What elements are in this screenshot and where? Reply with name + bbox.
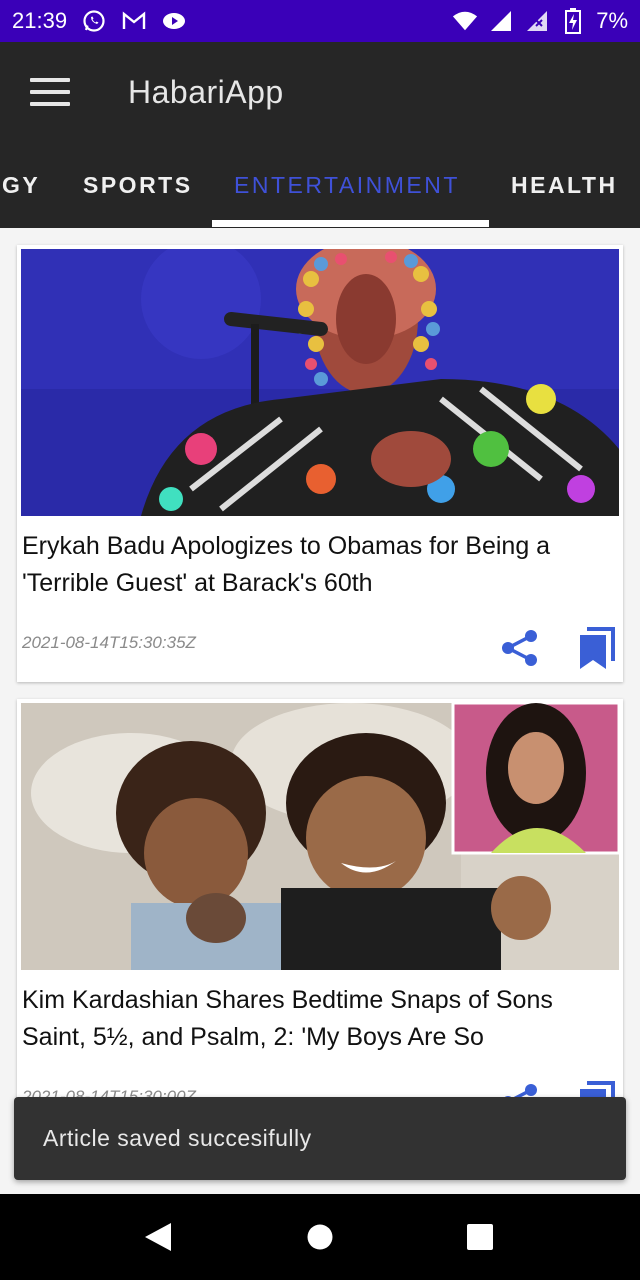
share-icon[interactable]	[500, 629, 540, 667]
signal-x-icon	[524, 8, 550, 34]
article-image[interactable]	[21, 703, 619, 970]
article-date: 2021-08-14T15:30:35Z	[22, 633, 196, 652]
category-tabs: GY SPORTS ENTERTAINMENT HEALTH	[0, 148, 640, 228]
hamburger-menu-icon[interactable]	[30, 78, 70, 114]
tab-indicator	[212, 220, 489, 227]
bookmark-icon[interactable]	[577, 627, 617, 671]
back-icon[interactable]	[137, 1216, 179, 1258]
app-title: HabariApp	[128, 74, 284, 110]
status-bar: 21:39 7%	[0, 0, 640, 42]
recents-icon[interactable]	[459, 1216, 501, 1258]
snackbar-message: Article saved succesifully	[43, 1125, 312, 1151]
article-title[interactable]: Kim Kardashian Shares Bedtime Snaps of S…	[22, 982, 612, 1056]
article-title[interactable]: Erykah Badu Apologizes to Obamas for Bei…	[22, 528, 612, 602]
whatsapp-icon	[81, 8, 107, 34]
system-nav-bar	[0, 1194, 640, 1280]
article-card[interactable]: Erykah Badu Apologizes to Obamas for Bei…	[17, 245, 623, 682]
home-icon[interactable]	[299, 1216, 341, 1258]
tab-entertainment[interactable]: ENTERTAINMENT	[234, 172, 460, 199]
tab-sports[interactable]: SPORTS	[83, 172, 193, 199]
battery-charging-icon	[560, 8, 586, 34]
snackbar: Article saved succesifully	[14, 1097, 626, 1180]
tab-technology[interactable]: GY	[2, 172, 40, 199]
article-card[interactable]: Kim Kardashian Shares Bedtime Snaps of S…	[17, 699, 623, 1159]
article-feed[interactable]: Erykah Badu Apologizes to Obamas for Bei…	[0, 228, 640, 1194]
app-bar: HabariApp	[0, 42, 640, 148]
clock: 21:39	[12, 8, 68, 33]
gmail-icon	[121, 8, 147, 34]
signal-icon	[488, 8, 514, 34]
battery-percent: 7%	[596, 8, 628, 33]
wifi-icon	[452, 8, 478, 34]
article-image[interactable]	[21, 249, 619, 516]
tv-icon	[161, 8, 187, 34]
tab-health[interactable]: HEALTH	[511, 172, 618, 199]
